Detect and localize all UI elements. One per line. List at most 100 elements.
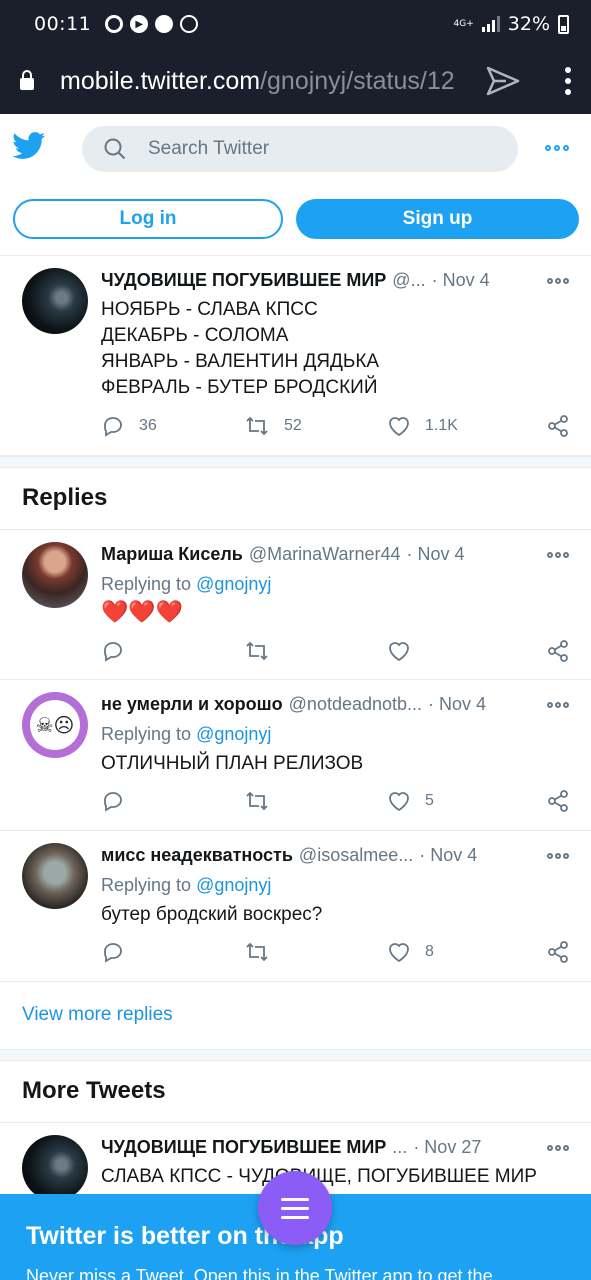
reply-tweet[interactable]: Мариша Кисель @MarinaWarner44 · Nov 4 Re… bbox=[0, 530, 591, 680]
author-handle[interactable]: @MarinaWarner44 bbox=[249, 544, 401, 565]
tweet-date[interactable]: · Nov 4 bbox=[432, 270, 490, 291]
reply-tweet[interactable]: мисс неадекватность @isosalmee... · Nov … bbox=[0, 831, 591, 982]
share-button[interactable] bbox=[546, 639, 570, 663]
url-path: /gnojnyj/status/12 bbox=[260, 66, 455, 95]
menu-line bbox=[281, 1197, 309, 1201]
tweet-line: ЯНВАРЬ - ВАЛЕНТИН ДЯДЬКА bbox=[101, 351, 380, 372]
record-icon bbox=[105, 15, 124, 33]
tweet-text: ОТЛИЧНЫЙ ПЛАН РЕЛИЗОВ bbox=[101, 753, 364, 774]
retweet-button[interactable] bbox=[244, 639, 270, 663]
tweet-options-icon[interactable] bbox=[547, 552, 569, 558]
address-field[interactable]: mobile.twitter.com/gnojnyj/status/12 bbox=[60, 67, 472, 96]
reply-button[interactable] bbox=[101, 940, 125, 964]
avatar[interactable] bbox=[22, 1135, 88, 1201]
retweet-button[interactable] bbox=[244, 789, 270, 813]
avatar[interactable] bbox=[22, 542, 88, 608]
tweet-date[interactable]: · Nov 27 bbox=[413, 1137, 481, 1158]
view-more-replies-link[interactable]: View more replies bbox=[22, 1004, 173, 1026]
reply-button[interactable] bbox=[101, 639, 125, 663]
author-handle[interactable]: @isosalmee... bbox=[299, 845, 413, 866]
avatar-skull-icon: ☠☹ bbox=[30, 700, 80, 750]
tweet-actions: 5 bbox=[101, 789, 573, 819]
status-bar: 00:11 ▶ 4G+ 32% bbox=[0, 0, 591, 48]
tweet-date[interactable]: · Nov 4 bbox=[419, 845, 477, 866]
tweet-options-icon[interactable] bbox=[547, 853, 569, 859]
like-count: 1.1K bbox=[425, 417, 458, 434]
retweet-button[interactable]: 52 bbox=[244, 414, 302, 438]
reply-icon bbox=[104, 642, 122, 662]
send-icon[interactable] bbox=[486, 66, 520, 96]
search-placeholder: Search Twitter bbox=[148, 138, 270, 159]
more-tweets-title: More Tweets bbox=[22, 1077, 166, 1104]
reply-tweet[interactable]: ☠☹ не умерли и хорошо @notdeadnotb... · … bbox=[0, 680, 591, 831]
tweet-date[interactable]: · Nov 4 bbox=[428, 694, 486, 715]
avatar[interactable] bbox=[22, 843, 88, 909]
tweet-text: НОЯБРЬ - СЛАВА КПСС ДЕКАБРЬ - СОЛОМА ЯНВ… bbox=[101, 297, 379, 401]
tweet-line: ФЕВРАЛЬ - БУТЕР БРОДСКИЙ bbox=[101, 377, 378, 398]
tweet-text: бутер бродский воскрес? bbox=[101, 904, 323, 925]
reply-icon bbox=[104, 792, 122, 812]
network-type: 4G+ bbox=[453, 18, 474, 29]
retweet-button[interactable] bbox=[244, 940, 270, 964]
retweet-icon bbox=[246, 641, 268, 661]
heart-icon bbox=[389, 642, 409, 662]
like-button[interactable]: 1.1K bbox=[387, 414, 458, 438]
author-name[interactable]: не умерли и хорошо bbox=[101, 694, 283, 715]
like-button[interactable]: 8 bbox=[387, 940, 434, 964]
battery-percent: 32% bbox=[507, 13, 550, 35]
share-button[interactable] bbox=[546, 940, 570, 964]
reply-button[interactable] bbox=[101, 789, 125, 813]
replying-to: Replying to @gnojnyj bbox=[101, 574, 271, 595]
section-divider bbox=[0, 1049, 591, 1061]
tweet-actions: 36 52 1.1K bbox=[101, 414, 573, 444]
tweet-options-icon[interactable] bbox=[547, 1145, 569, 1151]
url-host: mobile.twitter.com bbox=[60, 66, 261, 95]
browser-menu-icon[interactable] bbox=[565, 67, 571, 95]
author-handle[interactable]: @notdeadnotb... bbox=[289, 694, 422, 715]
retweet-icon bbox=[246, 942, 268, 962]
tweet-options-icon[interactable] bbox=[547, 702, 569, 708]
banner-subtitle: Never miss a Tweet. Open this in the Twi… bbox=[26, 1266, 493, 1280]
battery-icon bbox=[558, 14, 569, 34]
author-name[interactable]: Мариша Кисель bbox=[101, 544, 243, 565]
share-button[interactable] bbox=[546, 414, 570, 438]
mention-link[interactable]: @gnojnyj bbox=[196, 724, 271, 744]
share-icon bbox=[548, 415, 568, 437]
share-icon bbox=[548, 640, 568, 662]
heart-icon bbox=[389, 417, 409, 437]
author-handle[interactable]: ... bbox=[392, 1137, 407, 1158]
author-name[interactable]: мисс неадекватность bbox=[101, 845, 293, 866]
retweet-icon bbox=[246, 791, 268, 811]
author-handle[interactable]: @... bbox=[392, 270, 425, 291]
replying-to-label: Replying to bbox=[101, 724, 192, 744]
twitter-logo-icon[interactable] bbox=[12, 132, 46, 160]
share-icon bbox=[548, 790, 568, 812]
like-count: 5 bbox=[425, 792, 434, 809]
notification-icons: ▶ bbox=[105, 15, 199, 33]
reply-icon bbox=[104, 943, 122, 963]
floating-menu-button[interactable] bbox=[258, 1171, 332, 1245]
reply-button[interactable]: 36 bbox=[101, 414, 157, 438]
login-button[interactable]: Log in bbox=[13, 199, 283, 239]
share-button[interactable] bbox=[546, 789, 570, 813]
main-tweet[interactable]: ЧУДОВИЩЕ ПОГУБИВШЕЕ МИР @... · Nov 4 НОЯ… bbox=[0, 256, 591, 456]
avatar[interactable] bbox=[22, 268, 88, 334]
mention-link[interactable]: @gnojnyj bbox=[196, 875, 271, 895]
avatar[interactable]: ☠☹ bbox=[22, 692, 88, 758]
author-name[interactable]: ЧУДОВИЩЕ ПОГУБИВШЕЕ МИР bbox=[101, 1137, 386, 1158]
replying-to: Replying to @gnojnyj bbox=[101, 875, 271, 896]
heart-icon bbox=[389, 792, 409, 812]
more-options-icon[interactable] bbox=[545, 145, 569, 151]
replying-to: Replying to @gnojnyj bbox=[101, 724, 271, 745]
share-icon bbox=[548, 941, 568, 963]
signup-button[interactable]: Sign up bbox=[296, 199, 579, 239]
author-name[interactable]: ЧУДОВИЩЕ ПОГУБИВШЕЕ МИР bbox=[101, 270, 386, 291]
search-input[interactable]: Search Twitter bbox=[82, 126, 518, 172]
tweet-options-icon[interactable] bbox=[547, 278, 569, 284]
tweet-date[interactable]: · Nov 4 bbox=[407, 544, 465, 565]
mention-link[interactable]: @gnojnyj bbox=[196, 574, 271, 594]
replying-to-label: Replying to bbox=[101, 574, 192, 594]
like-button[interactable] bbox=[387, 639, 425, 663]
search-icon bbox=[104, 138, 126, 160]
like-button[interactable]: 5 bbox=[387, 789, 434, 813]
